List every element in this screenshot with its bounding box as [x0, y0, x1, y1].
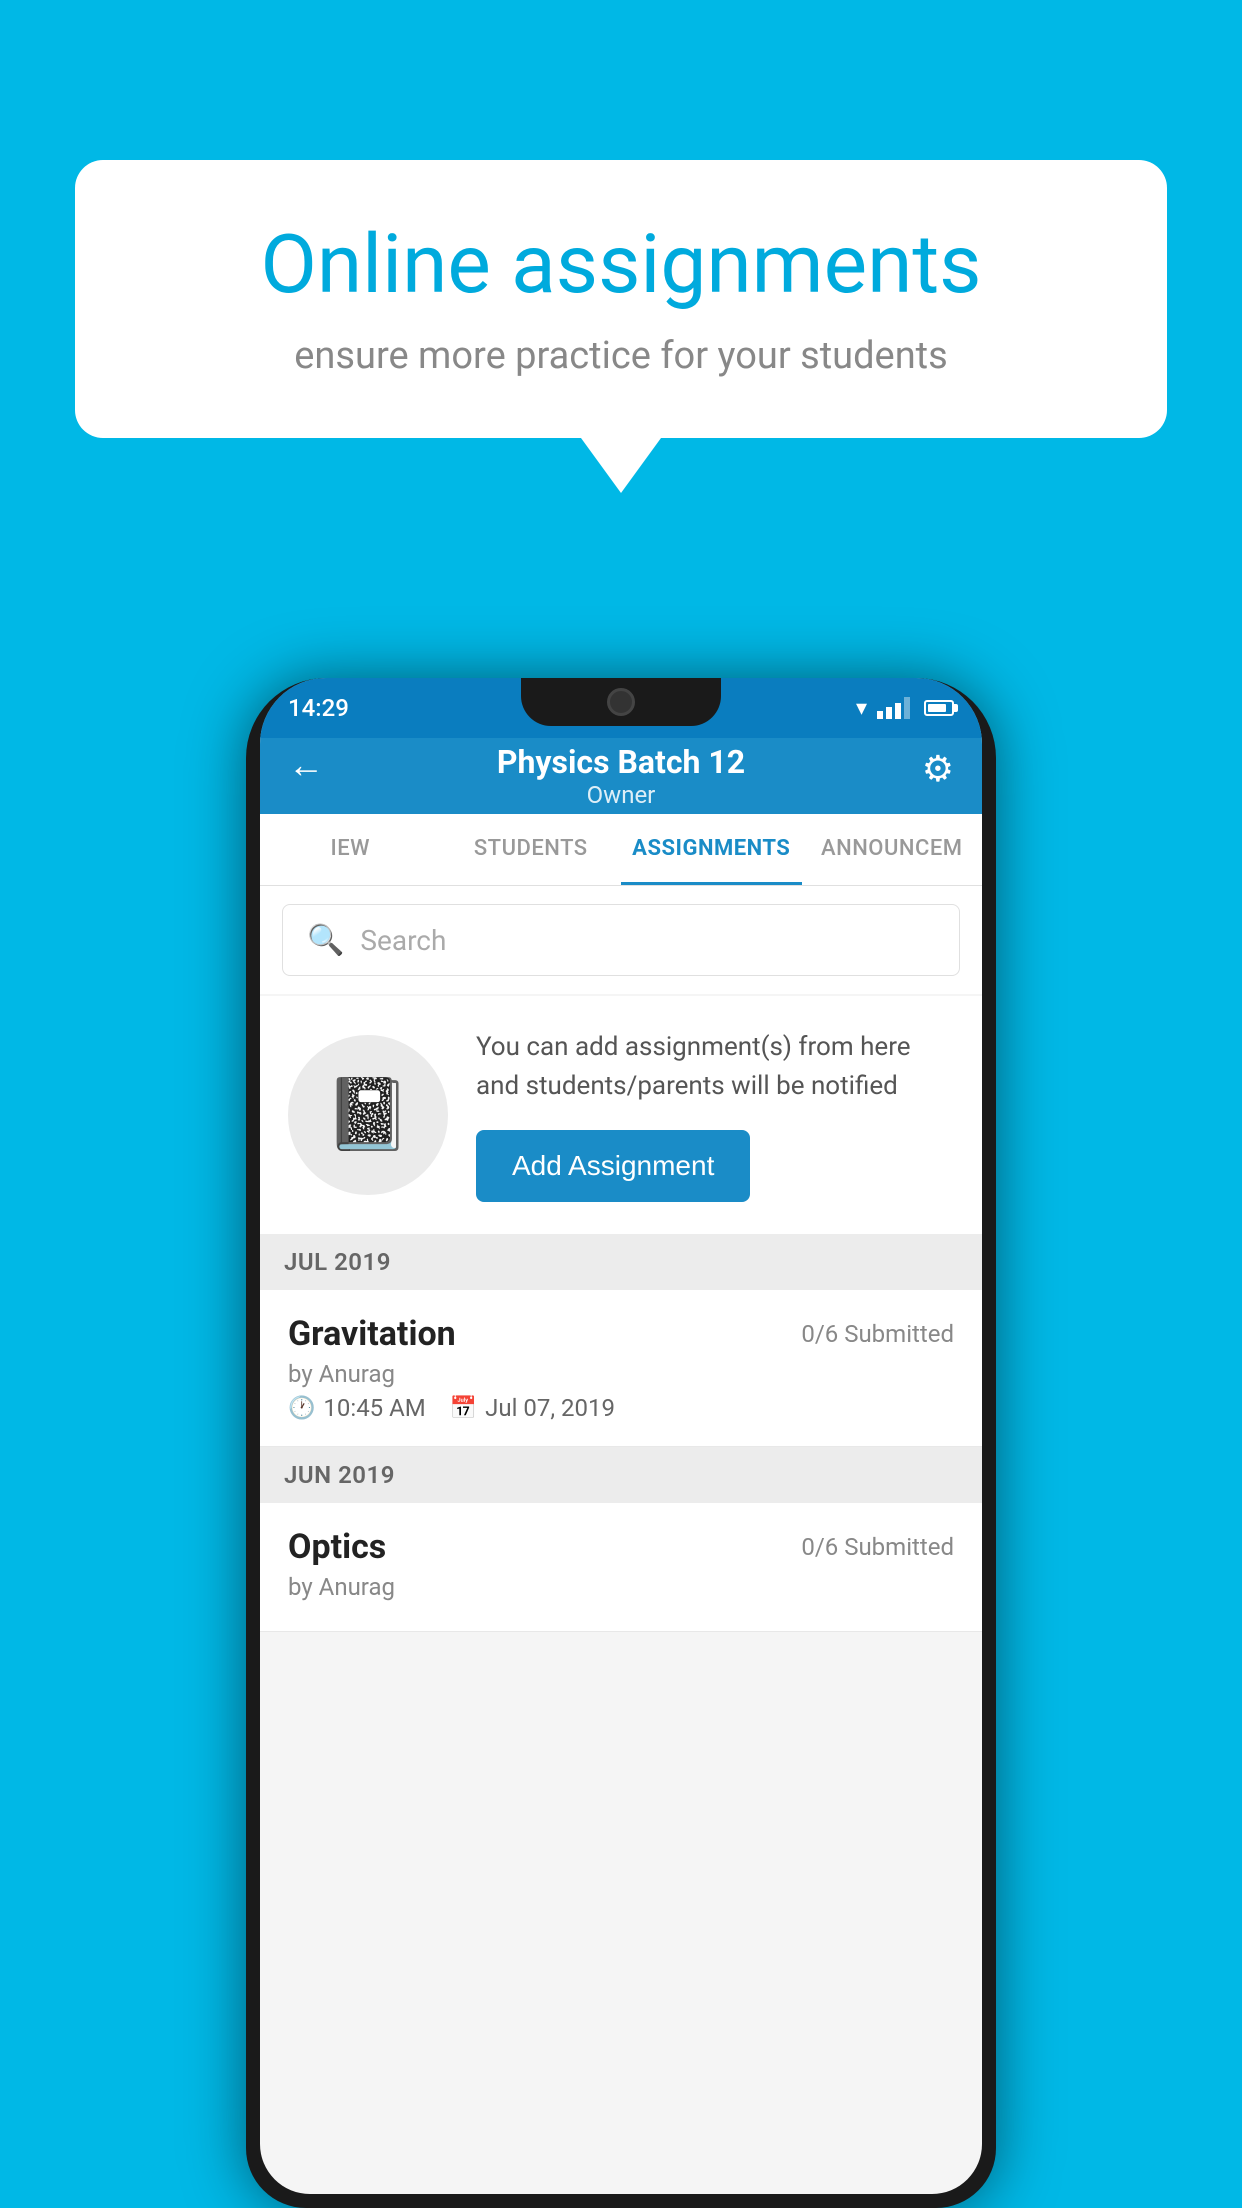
tabs-bar: IEW STUDENTS ASSIGNMENTS ANNOUNCEM: [260, 814, 982, 886]
assignment-by: by Anurag: [288, 1360, 954, 1388]
add-assignment-button[interactable]: Add Assignment: [476, 1130, 750, 1202]
battery-fill: [928, 704, 946, 712]
assignment-name: Gravitation: [288, 1314, 456, 1354]
assignment-by-optics: by Anurag: [288, 1573, 954, 1601]
assignment-submitted: 0/6 Submitted: [801, 1320, 954, 1348]
assignment-item-optics[interactable]: Optics 0/6 Submitted by Anurag: [260, 1503, 982, 1632]
section-header-jul: JUL 2019: [260, 1234, 982, 1290]
assignment-meta: 🕐 10:45 AM 📅 Jul 07, 2019: [288, 1394, 954, 1422]
signal-bar-4: [904, 697, 910, 719]
battery-icon: [924, 700, 954, 716]
assignment-illustration-icon: 📓: [324, 1074, 411, 1156]
status-icons: ▾: [856, 696, 954, 721]
tab-students[interactable]: STUDENTS: [441, 814, 622, 885]
bubble-tail: [581, 438, 661, 493]
assignment-time: 🕐 10:45 AM: [288, 1394, 426, 1422]
assignment-name-optics: Optics: [288, 1527, 386, 1567]
speech-bubble: Online assignments ensure more practice …: [75, 160, 1167, 438]
promo-text-block: You can add assignment(s) from here and …: [476, 1028, 954, 1202]
settings-icon[interactable]: ⚙: [922, 748, 954, 790]
phone-notch: [521, 678, 721, 726]
tab-announcements[interactable]: ANNOUNCEM: [802, 814, 983, 885]
assignment-row1-optics: Optics 0/6 Submitted: [288, 1527, 954, 1567]
signal-bar-1: [877, 711, 883, 719]
phone-frame: 14:29 ▾ ← Physics Batch: [246, 678, 996, 2208]
status-time: 14:29: [288, 694, 349, 722]
assignment-submitted-optics: 0/6 Submitted: [801, 1533, 954, 1561]
signal-bar-3: [895, 703, 901, 719]
phone-screen: 14:29 ▾ ← Physics Batch: [260, 678, 982, 2194]
speech-bubble-container: Online assignments ensure more practice …: [75, 160, 1167, 493]
bubble-title: Online assignments: [155, 220, 1087, 310]
tab-assignments[interactable]: ASSIGNMENTS: [621, 814, 802, 885]
section-header-jun: JUN 2019: [260, 1447, 982, 1503]
search-placeholder: Search: [360, 924, 446, 957]
search-bar-container: 🔍 Search: [260, 886, 982, 994]
assignment-row1: Gravitation 0/6 Submitted: [288, 1314, 954, 1354]
tab-iew[interactable]: IEW: [260, 814, 441, 885]
back-button[interactable]: ←: [288, 744, 324, 786]
front-camera: [607, 688, 635, 716]
clock-icon: 🕐: [288, 1396, 315, 1421]
promo-block: 📓 You can add assignment(s) from here an…: [260, 996, 982, 1234]
header-subtitle: Owner: [497, 781, 745, 809]
promo-icon-circle: 📓: [288, 1035, 448, 1195]
assignment-date: 📅 Jul 07, 2019: [450, 1394, 615, 1422]
wifi-icon: ▾: [856, 696, 867, 721]
signal-bar-2: [886, 707, 892, 719]
signal-bars: [877, 697, 910, 719]
header-title-block: Physics Batch 12 Owner: [497, 743, 745, 809]
search-icon: 🔍: [307, 923, 344, 958]
header-title: Physics Batch 12: [497, 743, 745, 781]
promo-description: You can add assignment(s) from here and …: [476, 1028, 954, 1106]
calendar-icon: 📅: [450, 1396, 477, 1421]
bubble-subtitle: ensure more practice for your students: [155, 334, 1087, 378]
search-bar[interactable]: 🔍 Search: [282, 904, 960, 976]
assignment-item-gravitation[interactable]: Gravitation 0/6 Submitted by Anurag 🕐 10…: [260, 1290, 982, 1447]
